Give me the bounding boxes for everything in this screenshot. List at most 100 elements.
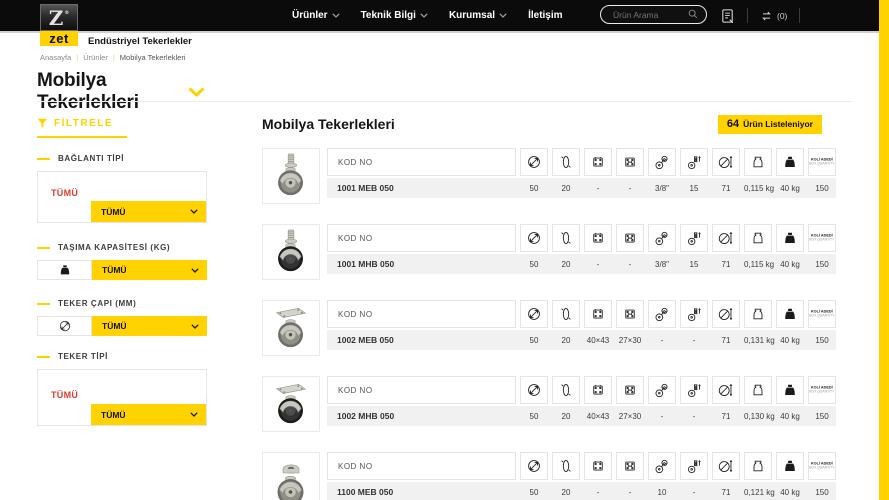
search-input[interactable] (611, 8, 688, 21)
search-box[interactable] (600, 5, 707, 24)
product-image-swivel-plate-caster-black[interactable] (262, 376, 320, 432)
compare-button[interactable]: (0) (760, 10, 787, 22)
filter-dropdown-teker-api-mm[interactable]: TÜMÜ (92, 316, 207, 336)
title-divider (37, 101, 852, 102)
product-value: 20 (561, 259, 571, 269)
load-capacity-icon (776, 224, 804, 252)
filter-dropdown-ta-ima-kapasi-tesi-kg[interactable]: TÜMÜ (92, 260, 207, 280)
product-value: - (660, 335, 664, 345)
product-value: - (628, 487, 632, 497)
side-accent-strip (879, 0, 889, 500)
product-value: - (596, 183, 600, 193)
product-image-swivel-plate-caster-gray[interactable] (262, 300, 320, 356)
breadcrumb-separator: | (76, 53, 79, 62)
hole-distance-icon (616, 148, 644, 176)
top-bar: Ürünler Teknik Bilgi Kurumsal İletişim (0) (0, 0, 889, 33)
filter-dropdown-ba-lanti-ti-pi[interactable]: TÜMÜ (91, 201, 206, 222)
product-value: 40 kg (780, 259, 800, 269)
wheel-width-icon (552, 376, 580, 404)
product-value: 40×43 (586, 411, 610, 421)
filter-sidebar: FİLTRELE BAĞLANTI TİPİ TÜMÜ TÜMÜ TAŞIMA KAP… (37, 116, 207, 426)
hole-distance-icon (616, 300, 644, 328)
breadcrumb-separator: | (112, 53, 115, 62)
product-value: 0,130 kg (744, 411, 775, 421)
product-value: 0,115 kg (744, 183, 775, 193)
dash-icon (37, 246, 50, 249)
total-height-icon (712, 300, 740, 328)
product-image-swivel-stem-caster-gray[interactable] (262, 148, 320, 204)
product-value: 71 (721, 259, 731, 269)
breadcrumb-item-r-nler[interactable]: Ürünler (83, 53, 108, 62)
main-nav: Ürünler Teknik Bilgi Kurumsal İletişim (292, 0, 563, 31)
product-listing: Mobilya Tekerlekleri 64 Ürün Listeleniyo… (262, 110, 836, 500)
product-value: - (660, 411, 664, 421)
product-row-1002-mhb-050[interactable]: 1002 MHB 050 50 20 40×43 27×30 - - 71 0,130 kg 40… (327, 406, 836, 426)
product-group: KOD NO KOLİ ADEDİ BOX QUANTITY 1001 MEB 050… (262, 148, 836, 204)
chevron-down-icon (190, 209, 198, 214)
listing-heading: Mobilya Tekerlekleri (262, 116, 395, 132)
header-divider (747, 8, 748, 23)
dash-icon (37, 355, 50, 358)
filter-section-teker-ti-pi: TEKER TİPİ TÜMÜ TÜMÜ (37, 352, 207, 426)
chevron-down-icon (499, 13, 507, 18)
nav-item-kurumsal[interactable]: Kurumsal (449, 10, 507, 21)
stem-length-icon (680, 224, 708, 252)
load-capacity-icon (776, 452, 804, 480)
product-value: - (692, 335, 696, 345)
wheel-diameter-icon (520, 300, 548, 328)
load-capacity-icon (776, 376, 804, 404)
product-value: 50 (529, 183, 539, 193)
filter-section-label: TEKER TİPİ (37, 352, 207, 361)
document-icon[interactable] (720, 8, 735, 24)
product-table-header: KOD NO KOLİ ADEDİ BOX QUANTITY (327, 300, 836, 328)
plate-size-icon (584, 224, 612, 252)
wheel-width-icon (552, 300, 580, 328)
product-code: 1002 MEB 050 (337, 335, 394, 345)
chevron-down-icon (191, 323, 199, 329)
filter-dropdown-teker-ti-pi[interactable]: TÜMÜ (91, 404, 206, 425)
product-row-1002-meb-050[interactable]: 1002 MEB 050 50 20 40×43 27×30 - - 71 0,131 kg 40… (327, 330, 836, 350)
product-value: - (596, 487, 600, 497)
product-value: - (692, 411, 696, 421)
chevron-down-icon (331, 13, 340, 18)
chevron-down-icon (191, 267, 199, 273)
product-value: 40 kg (780, 183, 800, 193)
hole-distance-icon (616, 376, 644, 404)
product-groups: KOD NO KOLİ ADEDİ BOX QUANTITY 1001 MEB 050… (262, 148, 836, 500)
nav-item-teknik-bilgi[interactable]: Teknik Bilgi (361, 10, 428, 21)
breadcrumb-item-anasayfa[interactable]: Anasayfa (40, 53, 71, 62)
funnel-icon (37, 118, 48, 129)
product-value: 71 (721, 183, 731, 193)
product-value: - (628, 259, 632, 269)
product-value: 0,121 kg (744, 487, 775, 497)
nav-item-i-leti-im[interactable]: İletişim (528, 10, 562, 21)
product-value: 40 kg (780, 335, 800, 345)
product-value: 71 (721, 411, 731, 421)
product-image-swivel-bolt-hole-caster-gray[interactable] (262, 452, 320, 500)
product-code: 1001 MHB 050 (337, 259, 395, 269)
product-row-1001-mhb-050[interactable]: 1001 MHB 050 50 20 - - 3/8" 15 71 0,115 kg 40 kg 1… (327, 254, 836, 274)
filter-box: TÜMÜ TÜMÜ (37, 171, 207, 223)
filter-row: TÜMÜ (37, 260, 207, 280)
kod-no-header: KOD NO (327, 224, 516, 252)
product-image-swivel-stem-caster-black[interactable] (262, 224, 320, 280)
product-code: 1100 MEB 050 (337, 487, 394, 497)
product-table-header: KOD NO KOLİ ADEDİ BOX QUANTITY (327, 148, 836, 176)
chevron-down-icon[interactable] (188, 87, 205, 97)
product-value: 27×30 (618, 411, 642, 421)
product-value: 50 (529, 259, 539, 269)
dash-icon (37, 302, 50, 305)
nav-item-r-nler[interactable]: Ürünler (292, 10, 340, 21)
breadcrumb-item-mobilya-tekerlekleri[interactable]: Mobilya Tekerlekleri (120, 53, 186, 62)
wheel-width-icon (552, 224, 580, 252)
product-row-1001-meb-050[interactable]: 1001 MEB 050 50 20 - - 3/8" 15 71 0,115 kg 40 kg 1… (327, 178, 836, 198)
product-value: 20 (561, 411, 571, 421)
wheel-width-icon (552, 452, 580, 480)
product-value: 3/8" (655, 183, 669, 193)
plate-size-icon (584, 452, 612, 480)
search-icon[interactable] (688, 6, 698, 24)
product-row-1100-meb-050[interactable]: 1100 MEB 050 50 20 - - 10 - 71 0,121 kg 40 kg 150 (327, 482, 836, 500)
brand-logo[interactable]: Z ® zet (40, 4, 78, 46)
product-value: 15 (689, 259, 699, 269)
nav-item-label: Teknik Bilgi (360, 10, 416, 21)
